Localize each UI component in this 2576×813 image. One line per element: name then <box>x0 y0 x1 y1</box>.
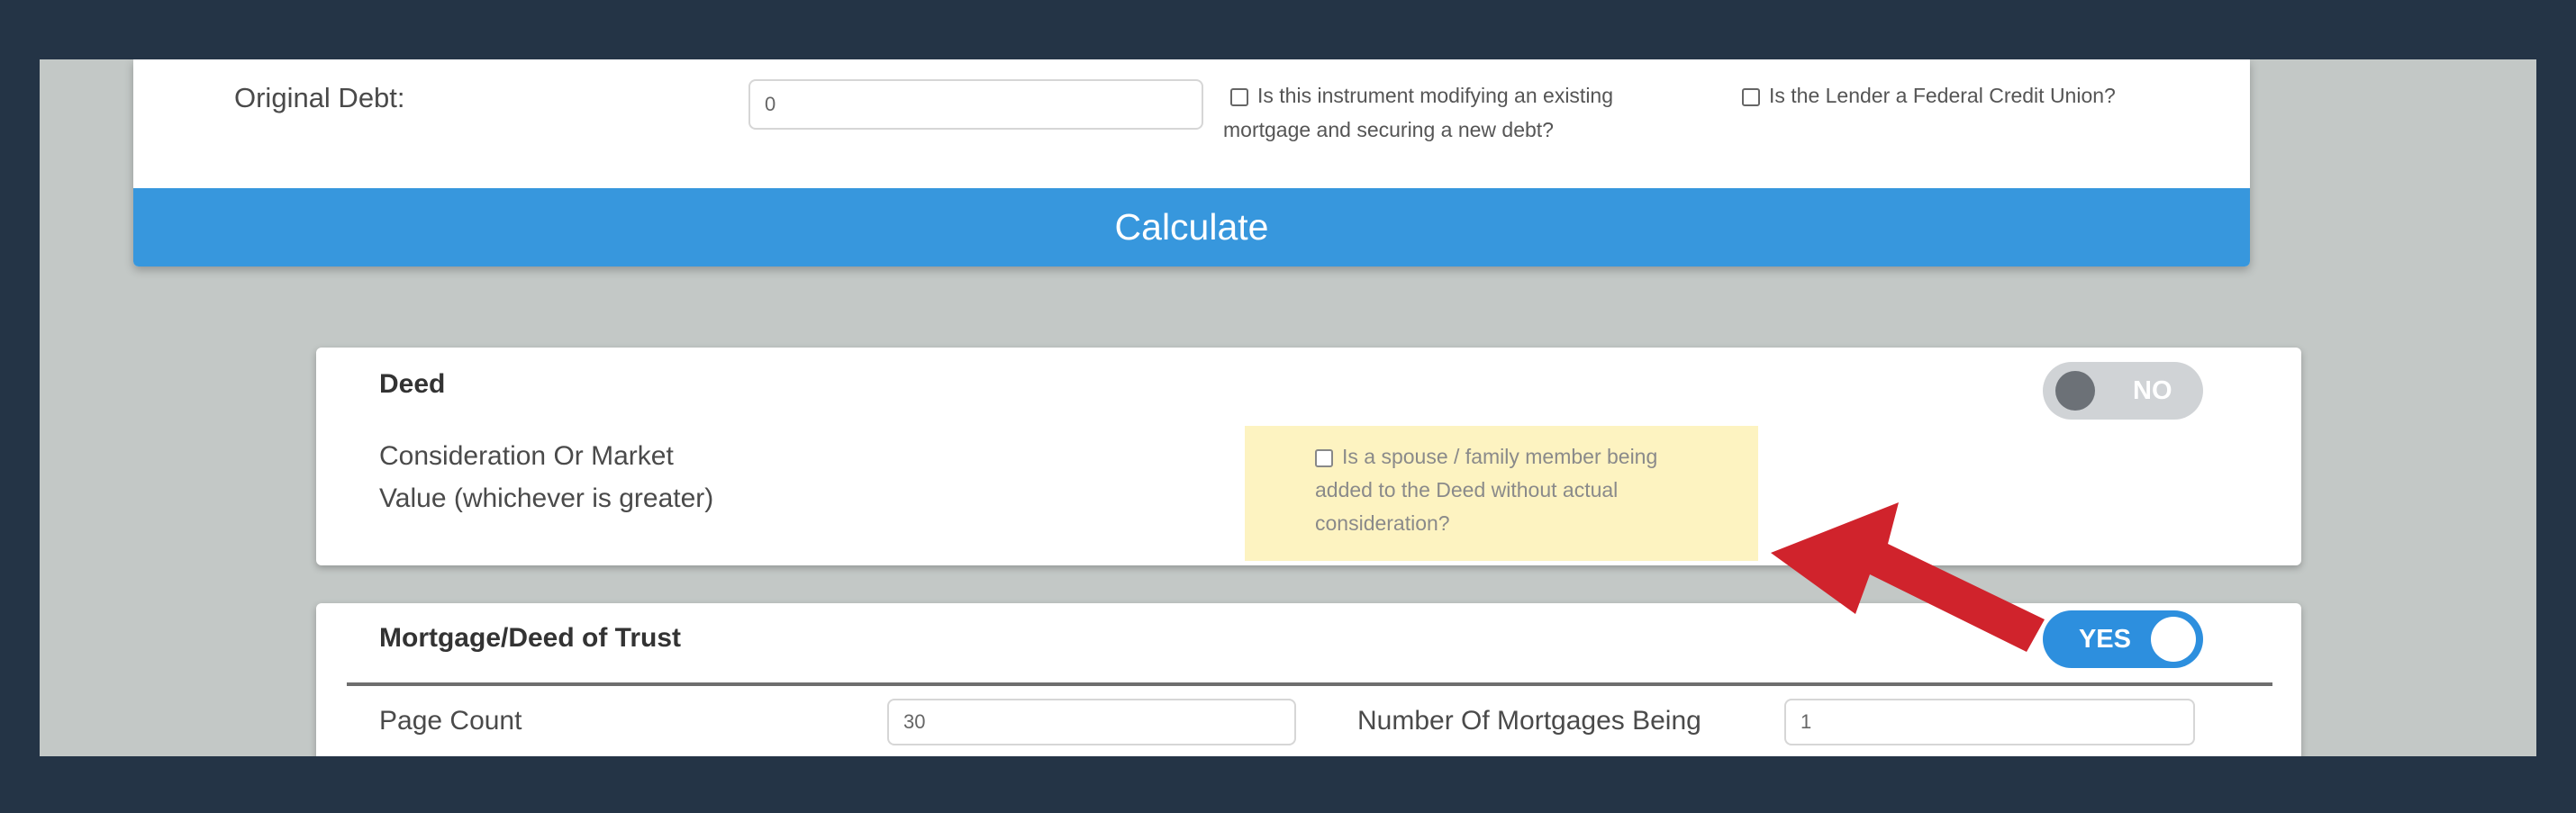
mortgage-toggle[interactable]: YES <box>2043 610 2203 668</box>
calculator-form-card: Original Debt: 0 Is this instrument modi… <box>133 59 2250 266</box>
spouse-label-line2: added to the Deed without actual <box>1315 478 1619 501</box>
modify-mortgage-label-line2: mortgage and securing a new debt? <box>1223 118 1554 141</box>
red-arrow-pointer-icon <box>1771 502 2045 652</box>
page-count-label: Page Count <box>379 706 522 736</box>
deed-toggle[interactable]: NO <box>2043 362 2203 420</box>
modify-mortgage-checkbox[interactable] <box>1230 88 1248 106</box>
modify-mortgage-label-line1: Is this instrument modifying an existing <box>1257 84 1614 107</box>
spouse-highlight-box: Is a spouse / family member being added … <box>1245 426 1758 561</box>
toggle-knob <box>2151 617 2196 662</box>
deed-toggle-text: NO <box>2133 375 2172 405</box>
section-divider <box>347 682 2272 686</box>
spouse-label-line3: consideration? <box>1315 511 1450 535</box>
calculate-button[interactable]: Calculate <box>133 188 2250 266</box>
num-mortgages-input[interactable]: 1 <box>1784 699 2195 745</box>
consideration-label-line1: Consideration Or Market <box>379 441 674 471</box>
toggle-knob <box>2055 371 2095 411</box>
mortgage-toggle-text: YES <box>2078 624 2131 654</box>
federal-credit-union-checkbox[interactable] <box>1742 88 1760 106</box>
original-debt-label: Original Debt: <box>234 82 405 113</box>
original-debt-input[interactable]: 0 <box>748 79 1203 130</box>
federal-credit-union-label: Is the Lender a Federal Credit Union? <box>1769 84 2116 107</box>
app-screen: Original Debt: 0 Is this instrument modi… <box>40 59 2536 756</box>
spouse-label-line1: Is a spouse / family member being <box>1342 445 1658 468</box>
spouse-family-checkbox[interactable] <box>1315 449 1333 467</box>
mortgage-title: Mortgage/Deed of Trust <box>379 623 682 653</box>
num-mortgages-label: Number Of Mortgages Being <box>1357 706 1701 736</box>
page-count-input[interactable]: 30 <box>887 699 1296 745</box>
deed-title: Deed <box>379 369 446 399</box>
consideration-label-line2: Value (whichever is greater) <box>379 483 714 513</box>
